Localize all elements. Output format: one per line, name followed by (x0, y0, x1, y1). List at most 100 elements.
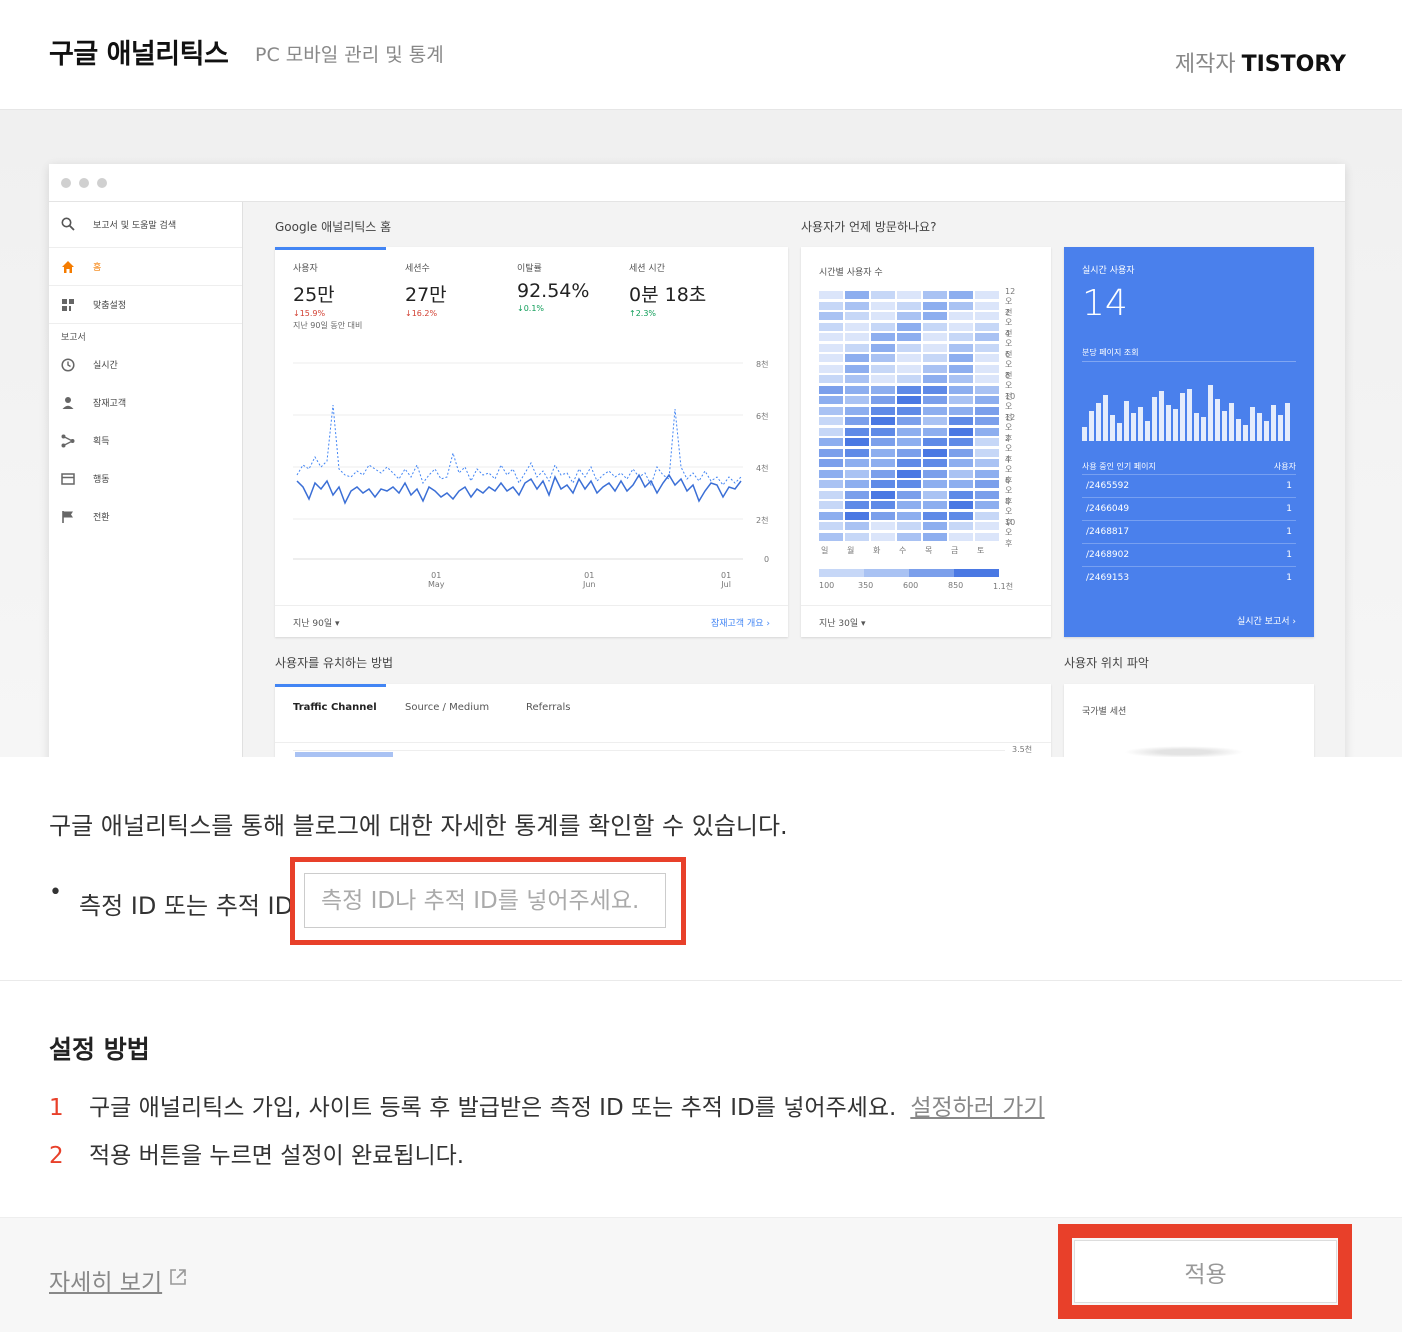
heatmap-cell (871, 291, 895, 299)
heatmap-cell (975, 385, 999, 394)
heatmap-cell (949, 375, 973, 383)
pageview-bar (1082, 427, 1087, 441)
pageview-bar (1110, 415, 1115, 441)
heatmap-cell (923, 354, 947, 362)
metric-delta: ↓0.1% (517, 304, 545, 313)
pageview-bar (1187, 389, 1192, 441)
tab-source-medium: Source / Medium (405, 702, 490, 713)
heatmap-cell (975, 448, 999, 457)
heatmap-cell (845, 469, 869, 478)
heatmap-cell (819, 480, 843, 488)
bullet: • (49, 880, 62, 905)
heatmap-cell (819, 354, 843, 362)
y-tick-label: 3.5천 (1012, 745, 1033, 754)
plugin-header: 구글 애널리틱스 PC 모바일 관리 및 통계 제작자 TISTORY (0, 0, 1402, 110)
heatmap-cell (819, 522, 843, 530)
pageview-bar (1194, 413, 1199, 441)
realtime-page-row: /2468902 1 (1082, 543, 1296, 565)
pageview-bar (1222, 411, 1227, 441)
heatmap-cell (949, 322, 973, 331)
chevron-right-icon: › (1292, 617, 1296, 627)
heatmap-cell (871, 364, 895, 373)
heatmap-cell (949, 301, 973, 310)
ga-search-label: 보고서 및 도움말 검색 (93, 221, 177, 231)
page-path: /2468902 (1086, 550, 1130, 560)
tracking-id-input[interactable] (304, 873, 666, 928)
pageview-bar (1089, 411, 1094, 441)
heatmap-cell (897, 480, 921, 488)
pageview-bar (1278, 415, 1283, 441)
x-tick-day: 01 (431, 571, 442, 580)
window-dot-icon (79, 178, 89, 188)
heatmap-cell (871, 438, 895, 446)
y-tick-label: 6천 (756, 412, 769, 421)
heatmap-cell (949, 364, 973, 373)
pageview-bar (1215, 399, 1220, 441)
ga-nav-acquisition: 획득 (49, 422, 242, 460)
step-number: 1 (49, 1095, 64, 1121)
ga-heatmap-card: 시간별 사용자 수 12오전 2오전 4오전 6오전 8오전 10오전 12오후 2오후 4오후… (801, 247, 1051, 637)
heatmap-cell (949, 459, 973, 467)
heatmap-cell (897, 427, 921, 436)
heatmap-cell (949, 522, 973, 530)
pageview-bar (1264, 421, 1269, 441)
heatmap-cell (975, 406, 999, 415)
heatmap-cell (975, 291, 999, 299)
heatmap-cell (975, 480, 999, 488)
heatmap-cell (897, 343, 921, 352)
heatmap-day-label: 월 (847, 546, 855, 555)
pageview-bar (1250, 407, 1255, 441)
heatmap-cell (897, 522, 921, 530)
page-path: /2468817 (1086, 527, 1130, 537)
browser-titlebar (49, 164, 1345, 202)
y-tick-label: 2천 (756, 516, 769, 525)
heatmap-cell (923, 312, 947, 320)
pageview-bar (1166, 405, 1171, 441)
ga-nav-label: 전환 (93, 513, 110, 523)
external-link-icon[interactable] (168, 1267, 188, 1287)
ga-realtime-card: 실시간 사용자 14 분당 페이지 조회 사용 중인 인기 페이지 사용자 /2… (1064, 247, 1314, 637)
heatmap-cell (897, 354, 921, 362)
behavior-icon (61, 473, 75, 485)
heatmap-cell (819, 532, 843, 541)
active-metric-indicator (275, 247, 386, 250)
heatmap-cell (923, 490, 947, 499)
step-text: 적용 버튼을 누르면 설정이 완료됩니다. (89, 1143, 465, 1169)
compare-note: 지난 90일 동안 대비 (293, 321, 363, 330)
page-path: /2465592 (1086, 481, 1130, 491)
heatmap-day-label: 금 (951, 546, 959, 555)
heatmap-scale-label: 850 (948, 581, 964, 590)
heatmap-cell (897, 385, 921, 394)
heatmap-cell (949, 354, 973, 362)
more-info-link[interactable]: 자세히 보기 (49, 1263, 162, 1297)
heatmap-cell (845, 375, 869, 383)
ga-acquisition-card: Traffic Channel Source / Medium Referral… (275, 684, 1051, 757)
heatmap-cell (845, 511, 869, 520)
heatmap-cell (845, 490, 869, 499)
heatmap-cell (975, 532, 999, 541)
clock-icon (61, 358, 75, 372)
heatmap-cell (975, 322, 999, 331)
realtime-page-row: /2468817 1 (1082, 520, 1296, 542)
window-dot-icon (97, 178, 107, 188)
heatmap-cell (845, 459, 869, 467)
heatmap-cell (949, 312, 973, 320)
apply-button[interactable]: 적용 (1074, 1240, 1337, 1303)
pageview-bar (1257, 413, 1262, 441)
metric-duration: 세션 시간 0분 18초 ↑2.3% (629, 261, 706, 318)
heatmap-cell (897, 291, 921, 299)
heatmap-cell (949, 333, 973, 341)
heatmap-cell (845, 522, 869, 530)
heatmap-cell (871, 427, 895, 436)
heatmap-cell (845, 406, 869, 415)
flag-icon (62, 511, 73, 523)
chevron-right-icon: › (766, 619, 770, 629)
heatmap-cell (897, 501, 921, 509)
heatmap-scale-label: 100 (819, 581, 835, 590)
maker-info: 제작자 TISTORY (1175, 46, 1346, 78)
heatmap-cell (871, 501, 895, 509)
heatmap-cell (819, 427, 843, 436)
y-tick-label: 0 (764, 555, 770, 564)
setup-link[interactable]: 설정하러 가기 (910, 1095, 1044, 1121)
heatmap-cell (871, 532, 895, 541)
